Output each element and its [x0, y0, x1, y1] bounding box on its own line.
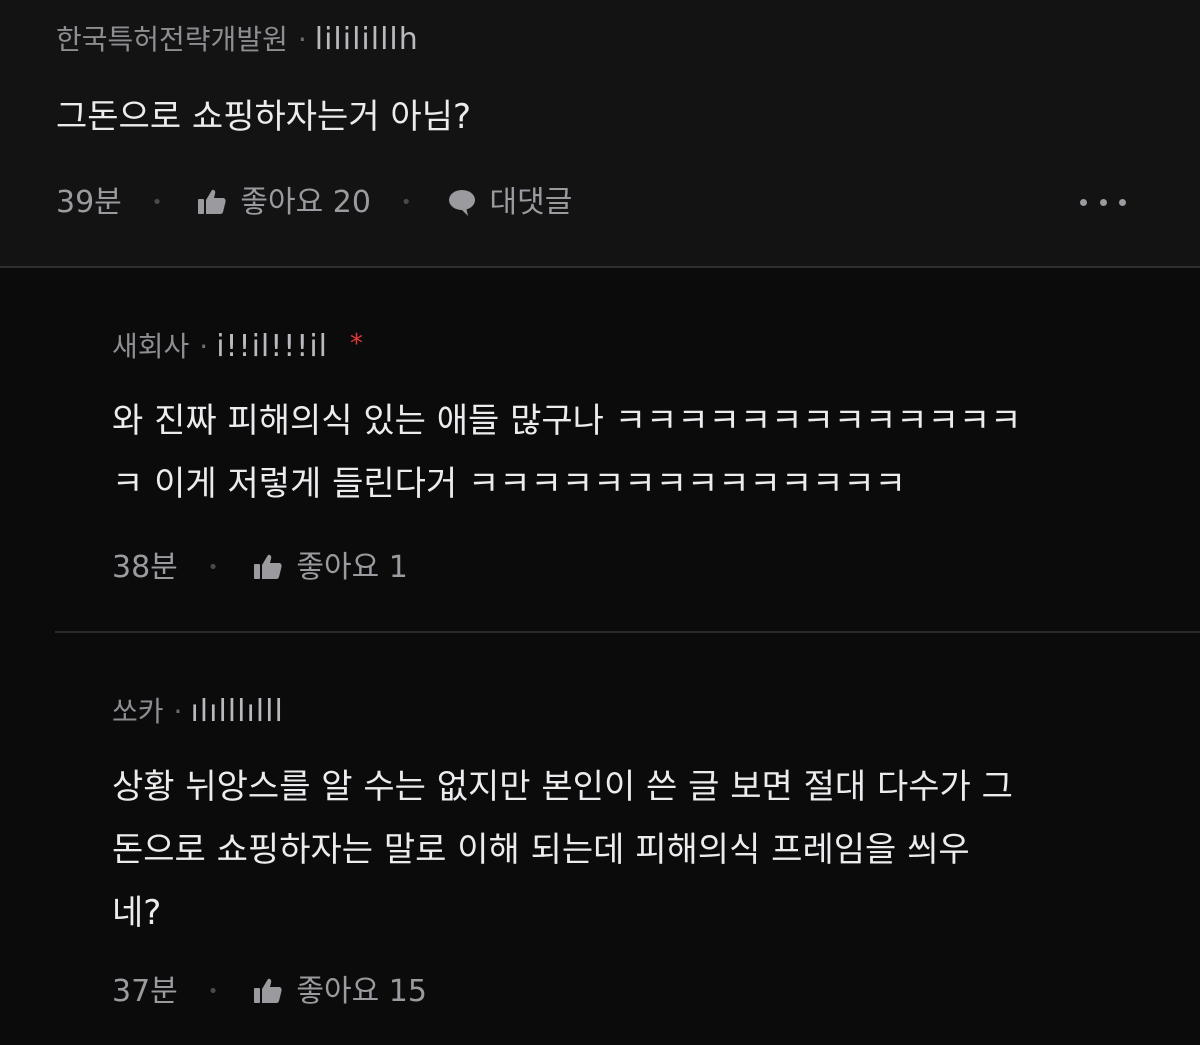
comment-author-name[interactable]: 한국특허전략개발원	[56, 23, 288, 56]
more-dots-icon[interactable]	[1080, 189, 1126, 215]
comment-author-line: 한국특허전략개발원 · lilililllh	[56, 22, 419, 58]
speech-bubble-icon[interactable]	[446, 186, 478, 218]
thumbs-up-icon[interactable]	[252, 551, 284, 583]
separator-dot: ·	[297, 23, 307, 56]
reply-time: 38분	[112, 550, 178, 585]
reply-author-line: 새회사 · i!!il!!!il *	[112, 329, 363, 366]
reply-author-name[interactable]: 새회사	[112, 330, 189, 363]
like-button[interactable]: 좋아요 20	[240, 183, 371, 223]
comment-text: 그돈으로 쇼핑하자는거 아님?	[56, 97, 472, 137]
separator-dot: ·	[173, 695, 183, 728]
like-button[interactable]: 좋아요 15	[296, 972, 427, 1012]
reply-author-line: 쏘카 · ılılllılll	[112, 694, 284, 730]
more-dot	[1119, 198, 1126, 206]
new-badge: *	[350, 329, 363, 359]
separator-dot: ·	[199, 330, 209, 363]
divider	[0, 266, 1200, 268]
reply-text: 상황 뉘앙스를 알 수는 없지만 본인이 쓴 글 보면 절대 다수가 그 돈으로…	[112, 767, 1013, 933]
divider	[55, 631, 1200, 633]
thumbs-up-icon[interactable]	[196, 186, 228, 218]
reply-time: 37분	[112, 974, 178, 1009]
more-dot	[1099, 198, 1107, 206]
comment-meta: 39분 • 좋아요 20 • 대댓글	[56, 183, 572, 223]
more-dot	[1080, 198, 1087, 206]
reply-meta: 37분 • 좋아요 15	[112, 972, 427, 1012]
separator-dot: •	[151, 192, 163, 213]
reply-meta: 38분 • 좋아요 1	[112, 548, 408, 588]
comment-author-handle[interactable]: lilililllh	[315, 22, 419, 57]
separator-dot: •	[207, 557, 219, 578]
thumbs-up-icon[interactable]	[252, 975, 284, 1007]
reply-author-handle[interactable]: ılılllılll	[190, 694, 283, 729]
comment-time: 39분	[56, 185, 122, 220]
reply-button[interactable]: 대댓글	[490, 183, 573, 223]
reply-text: 와 진짜 피해의식 있는 애들 많구나 ㅋㅋㅋㅋㅋㅋㅋㅋㅋㅋㅋㅋㅋ ㅋ 이게 저…	[112, 401, 1022, 504]
separator-dot: •	[400, 192, 412, 213]
like-button[interactable]: 좋아요 1	[296, 548, 407, 588]
reply-author-name[interactable]: 쏘카	[112, 695, 164, 728]
separator-dot: •	[207, 981, 219, 1002]
reply-author-handle[interactable]: i!!il!!!il	[216, 329, 328, 364]
